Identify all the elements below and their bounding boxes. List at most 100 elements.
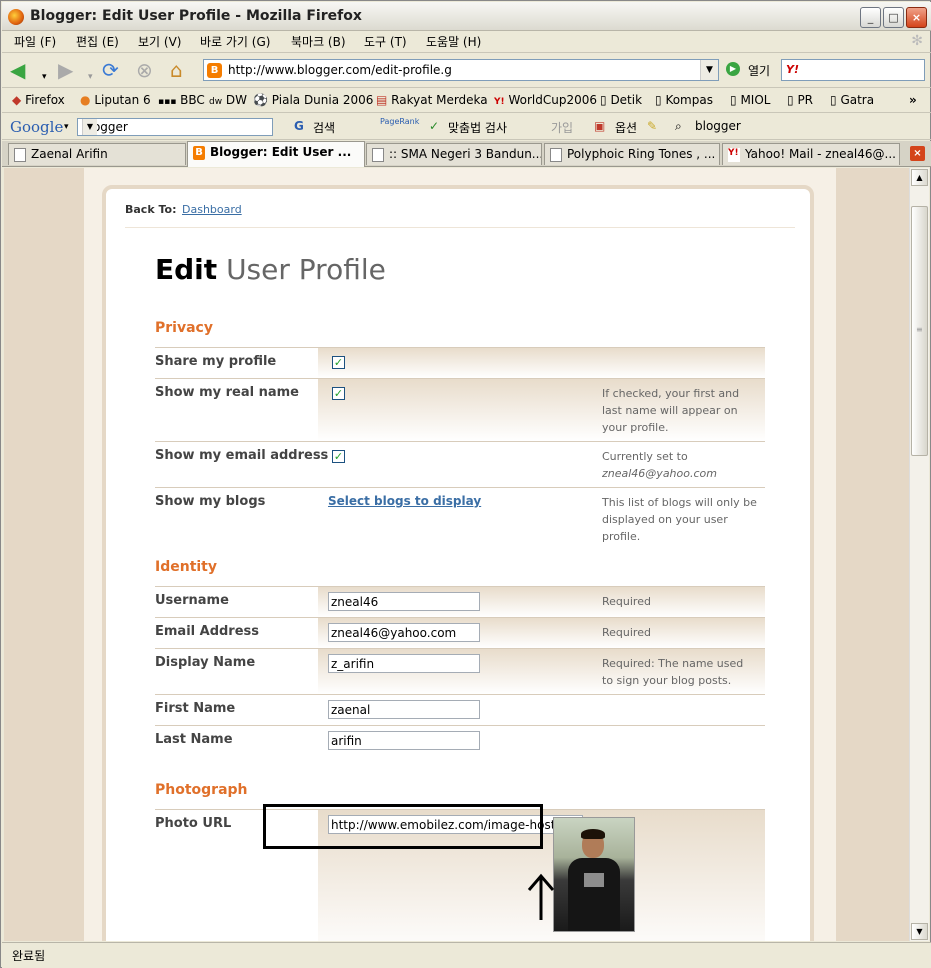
scroll-up-icon[interactable]: ▲ xyxy=(911,169,928,186)
page-viewport: Back To: Dashboard Edit User Profile Pri… xyxy=(4,168,909,941)
address-bar[interactable]: B http://www.blogger.com/edit-profile.g … xyxy=(203,59,719,81)
highlighter-icon[interactable]: ✎ xyxy=(647,119,657,133)
row-shade xyxy=(318,348,765,378)
google-search-input[interactable]: blogger ▼ xyxy=(77,118,273,136)
first-name-label: First Name xyxy=(155,701,236,716)
photo-url-label: Photo URL xyxy=(155,816,232,831)
share-profile-checkbox[interactable]: ✓ xyxy=(332,356,345,369)
display-name-label: Display Name xyxy=(155,655,256,670)
real-name-hint: If checked, your first and last name wil… xyxy=(602,387,740,434)
google-search-icon[interactable]: G xyxy=(294,119,304,133)
maximize-button[interactable]: □ xyxy=(883,7,904,28)
bookmark-miol[interactable]: ▯ MIOL xyxy=(730,93,770,107)
vertical-scrollbar[interactable]: ▲ ≡ ▼ xyxy=(909,168,929,941)
username-row: Username Required xyxy=(155,586,765,617)
bookmark-piala-dunia[interactable]: ⚽ Piala Dunia 2006 xyxy=(253,93,373,107)
bookmark-detik[interactable]: ▯ Detik xyxy=(600,93,642,107)
last-name-input[interactable] xyxy=(328,731,480,750)
address-url: http://www.blogger.com/edit-profile.g xyxy=(228,63,452,77)
minimize-button[interactable]: _ xyxy=(860,7,881,28)
tab-polyphonic[interactable]: Polyphoic Ring Tones , ... xyxy=(544,143,720,165)
google-dropdown-icon[interactable]: ▼ xyxy=(82,119,97,135)
window-title: Blogger: Edit User Profile - Mozilla Fir… xyxy=(30,8,362,24)
dashboard-link[interactable]: Dashboard xyxy=(182,203,242,216)
bookmarks-overflow-icon[interactable]: » xyxy=(909,93,917,107)
find-word-button[interactable]: blogger xyxy=(695,119,741,133)
bookmark-firefox[interactable]: ◆ Firefox xyxy=(12,93,65,107)
spellcheck-button[interactable]: 맞춤법 검사 xyxy=(448,119,507,136)
go-icon[interactable]: ▶ xyxy=(726,62,740,76)
username-input[interactable] xyxy=(328,592,480,611)
username-label: Username xyxy=(155,593,229,608)
stop-icon[interactable]: ⊗ xyxy=(136,59,153,81)
title-bar: Blogger: Edit User Profile - Mozilla Fir… xyxy=(2,2,931,31)
firefox-icon xyxy=(8,9,24,25)
status-text: 완료됨 xyxy=(12,949,46,963)
menu-help[interactable]: 도움말 (H) xyxy=(426,33,481,50)
bookmark-dw[interactable]: dw DW xyxy=(209,93,247,107)
bookmark-rakyat-merdeka[interactable]: ▤ Rakyat Merdeka xyxy=(376,93,488,107)
bookmark-kompas[interactable]: ▯ Kompas xyxy=(655,93,713,107)
forward-icon[interactable]: ▶ xyxy=(58,59,73,81)
page-icon xyxy=(550,148,562,162)
bookmark-gatra[interactable]: ▯ Gatra xyxy=(830,93,874,107)
google-menu-icon[interactable]: ▾ xyxy=(64,122,69,132)
pagerank-indicator[interactable]: PageRank xyxy=(380,117,419,126)
menu-bar: 파일 (F) 편집 (E) 보기 (V) 바로 가기 (G) 북마크 (B) 도… xyxy=(2,31,931,53)
email-hint-value: zneal46@yahoo.com xyxy=(602,467,717,480)
menu-file[interactable]: 파일 (F) xyxy=(14,33,56,50)
last-name-label: Last Name xyxy=(155,732,233,747)
forward-dropdown-icon[interactable]: ▾ xyxy=(88,66,93,88)
blogs-hint: This list of blogs will only be displaye… xyxy=(602,496,757,543)
bookmark-worldcup2006[interactable]: Y! WorldCup2006 xyxy=(494,93,597,107)
reload-icon[interactable]: ⟳ xyxy=(102,59,119,81)
email-address-hint: Required xyxy=(602,626,651,639)
tab-yahoo-mail[interactable]: Y! Yahoo! Mail - zneal46@... xyxy=(722,143,900,165)
back-icon[interactable]: ◀ xyxy=(10,59,25,81)
display-name-row: Display Name Required: The name used to … xyxy=(155,648,765,694)
show-email-checkbox[interactable]: ✓ xyxy=(332,450,345,463)
bookmark-pr[interactable]: ▯ PR xyxy=(787,93,813,107)
google-search-button[interactable]: 검색 xyxy=(313,119,335,136)
options-button[interactable]: 옵션 xyxy=(615,119,637,136)
divider xyxy=(125,227,795,228)
photograph-heading: Photograph xyxy=(155,782,248,798)
show-email-label: Show my email address xyxy=(155,448,329,463)
search-box[interactable]: Y! xyxy=(781,59,925,81)
home-icon[interactable]: ⌂ xyxy=(170,59,183,81)
page-title: Edit User Profile xyxy=(155,253,386,286)
signin-button[interactable]: 가입 xyxy=(551,119,573,136)
display-name-input[interactable] xyxy=(328,654,480,673)
email-address-input[interactable] xyxy=(328,623,480,642)
tab-blogger-edit-profile[interactable]: B Blogger: Edit User ... xyxy=(187,141,365,167)
close-button[interactable]: × xyxy=(906,7,927,28)
back-dropdown-icon[interactable]: ▾ xyxy=(42,66,47,88)
show-email-row: Show my email address ✓ Currently set to… xyxy=(155,441,765,487)
profile-photo xyxy=(553,817,635,932)
scroll-thumb[interactable]: ≡ xyxy=(911,206,928,456)
first-name-input[interactable] xyxy=(328,700,480,719)
email-address-row: Email Address Required xyxy=(155,617,765,648)
privacy-heading: Privacy xyxy=(155,320,213,336)
google-logo[interactable]: Google xyxy=(10,118,63,136)
tab-zaenal-arifin[interactable]: Zaenal Arifin xyxy=(8,143,186,165)
close-tab-icon[interactable]: × xyxy=(910,146,925,161)
show-real-name-row: Show my real name ✓ If checked, your fir… xyxy=(155,378,765,441)
share-profile-label: Share my profile xyxy=(155,354,277,369)
tab-bar: Zaenal Arifin B Blogger: Edit User ... ::… xyxy=(2,141,931,167)
spellcheck-icon[interactable]: ✓ xyxy=(429,119,439,133)
menu-view[interactable]: 보기 (V) xyxy=(138,33,181,50)
select-blogs-link[interactable]: Select blogs to display xyxy=(328,494,481,508)
show-real-name-checkbox[interactable]: ✓ xyxy=(332,387,345,400)
tab-sma-negeri[interactable]: :: SMA Negeri 3 Bandun... xyxy=(366,143,542,165)
bookmark-bbc[interactable]: ▪▪▪ BBC xyxy=(158,93,205,107)
scroll-down-icon[interactable]: ▼ xyxy=(911,923,928,940)
menu-tools[interactable]: 도구 (T) xyxy=(364,33,407,50)
menu-bookmarks[interactable]: 북마크 (B) xyxy=(291,33,346,50)
blogger-tab-icon: B xyxy=(193,146,205,160)
menu-edit[interactable]: 편집 (E) xyxy=(76,33,119,50)
bookmark-liputan6[interactable]: ● Liputan 6 xyxy=(80,93,151,107)
go-button[interactable]: 열기 xyxy=(748,62,770,79)
menu-go[interactable]: 바로 가기 (G) xyxy=(200,33,270,50)
address-dropdown-icon[interactable]: ▼ xyxy=(700,60,718,80)
